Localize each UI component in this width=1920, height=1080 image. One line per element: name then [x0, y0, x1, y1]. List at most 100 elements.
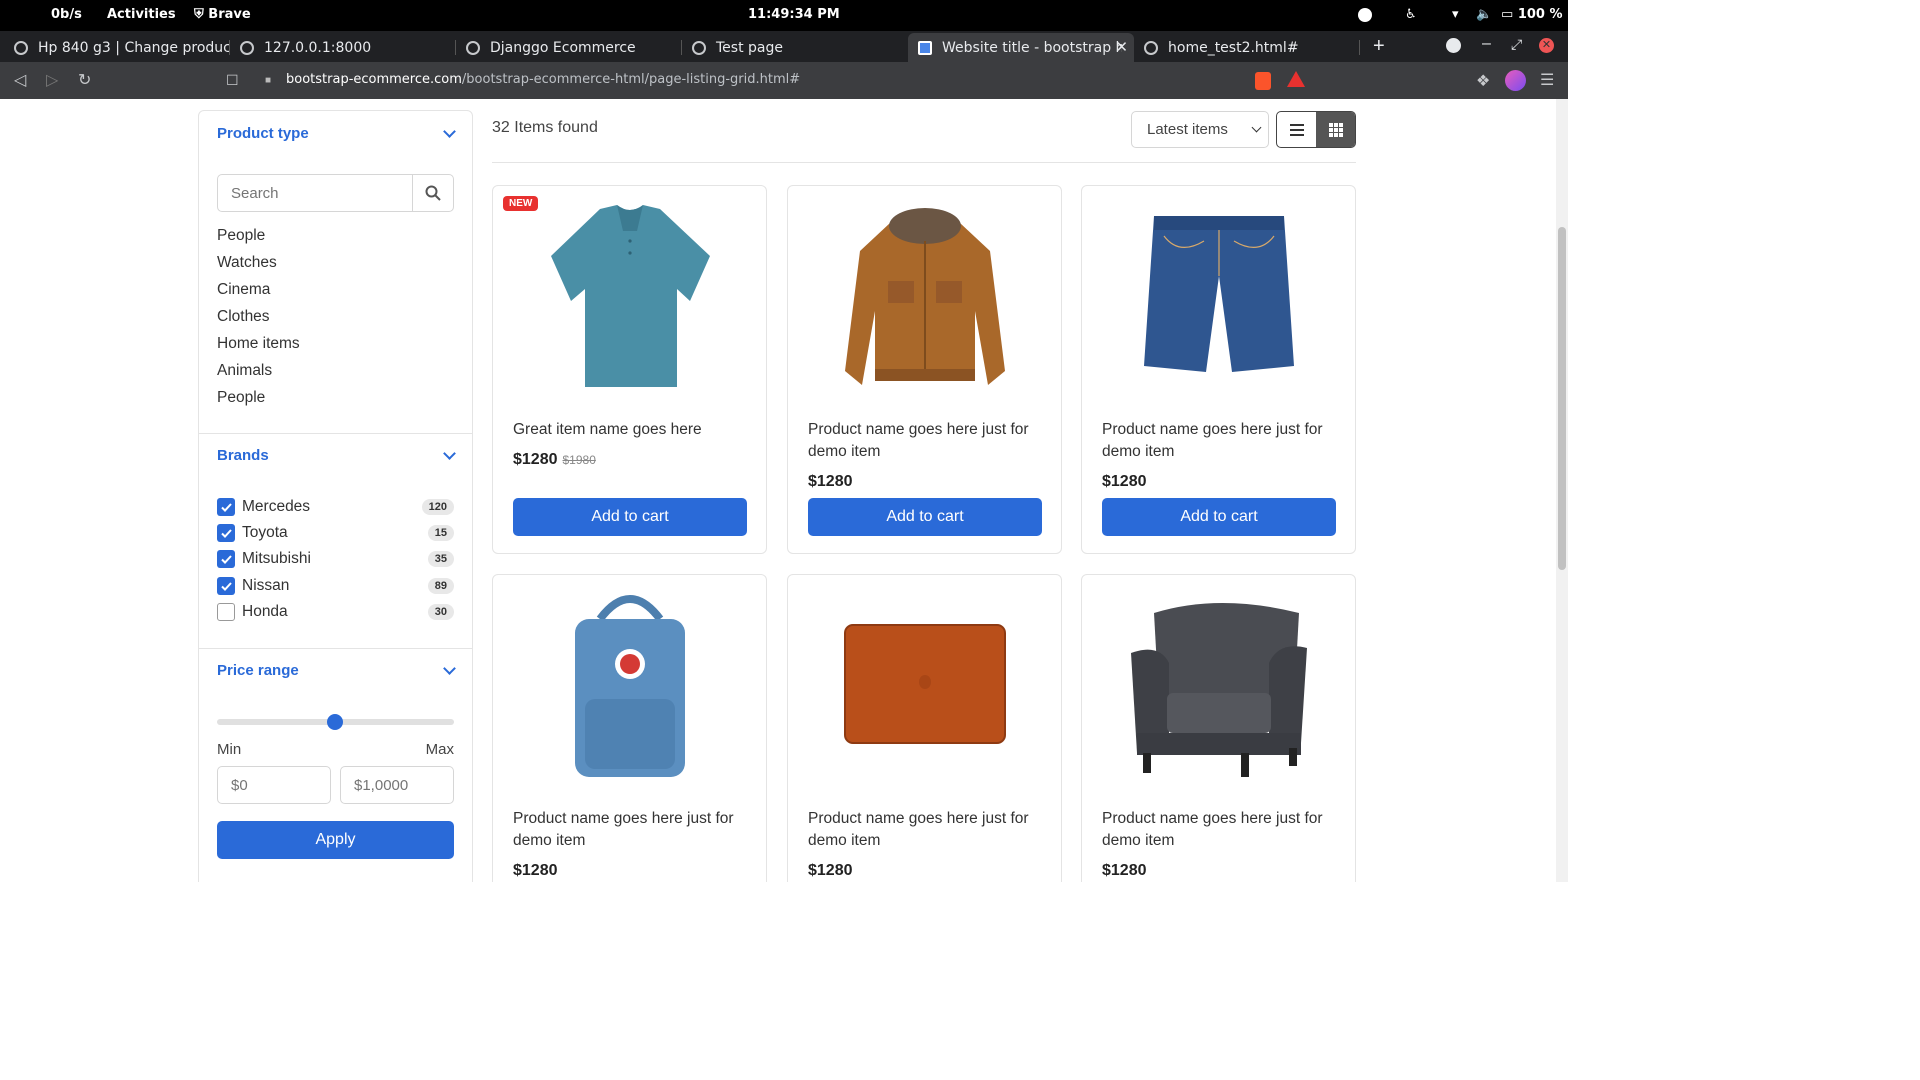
checkbox-unchecked[interactable]	[217, 603, 235, 621]
checkbox-checked[interactable]	[217, 577, 235, 595]
restore-icon[interactable]: ⤢	[1511, 36, 1522, 53]
product-image[interactable]	[533, 589, 727, 781]
product-card[interactable]: Product name goes here just for demo ite…	[787, 574, 1062, 882]
wifi-icon[interactable]: ▾	[1452, 7, 1459, 22]
add-to-cart-button[interactable]: Add to cart	[513, 498, 747, 536]
battery-indicator[interactable]: ▭ 100 %	[1501, 7, 1563, 22]
close-tab-icon[interactable]: ✕	[1115, 38, 1128, 56]
apply-button[interactable]: Apply	[217, 821, 454, 859]
list-view-button[interactable]	[1277, 112, 1316, 147]
price-range-header[interactable]: Price range	[217, 662, 299, 679]
search-button[interactable]	[413, 175, 453, 211]
tab-home-test2[interactable]: home_test2.html#	[1134, 33, 1360, 62]
checkbox-checked[interactable]	[217, 524, 235, 542]
brand-filter-honda[interactable]: Honda 30	[217, 602, 454, 622]
tab-website-title[interactable]: Website title - bootstrap h ✕	[908, 33, 1134, 62]
scrollbar-thumb[interactable]	[1558, 227, 1566, 570]
tab-label: Website title - bootstrap h	[942, 39, 1122, 56]
tab-hp840[interactable]: Hp 840 g3 | Change product	[4, 33, 230, 62]
reload-icon[interactable]: ↻	[78, 70, 91, 90]
product-type-search	[217, 174, 454, 212]
product-card[interactable]: Product name goes here just for demo ite…	[1081, 574, 1356, 882]
brand-filter-mitsubishi[interactable]: Mitsubishi 35	[217, 549, 454, 569]
product-image[interactable]	[533, 200, 727, 392]
volume-icon[interactable]: 🔈	[1476, 7, 1492, 22]
category-link[interactable]: People	[217, 388, 300, 415]
extensions-icon[interactable]: ❖	[1476, 71, 1490, 91]
brand-label: Mitsubishi	[242, 550, 311, 567]
product-card[interactable]: NEW Great item name goes here $1280 $1980…	[492, 185, 767, 554]
product-name[interactable]: Product name goes here just for demo ite…	[1102, 419, 1337, 463]
product-image[interactable]	[1122, 200, 1316, 392]
category-link[interactable]: People	[217, 226, 300, 253]
tab-strip: Hp 840 g3 | Change product 127.0.0.1:800…	[0, 31, 1568, 62]
category-link[interactable]: Cinema	[217, 280, 300, 307]
menu-icon[interactable]: ☰	[1540, 70, 1554, 90]
forward-icon[interactable]: ▷	[46, 70, 58, 90]
brand-count-badge: 89	[427, 578, 454, 594]
tab-test-page[interactable]: Test page	[682, 33, 908, 62]
product-price: $1280	[513, 862, 558, 879]
close-window-icon[interactable]: ✕	[1539, 38, 1554, 53]
view-toggle	[1276, 111, 1356, 148]
category-link[interactable]: Watches	[217, 253, 300, 280]
status-icon[interactable]	[1358, 8, 1372, 22]
brands-header[interactable]: Brands	[217, 447, 269, 464]
brave-rewards-icon[interactable]	[1287, 71, 1305, 87]
brave-app-menu[interactable]: ⛨ Brave	[194, 7, 251, 22]
checkbox-checked[interactable]	[217, 550, 235, 568]
tab-search-icon[interactable]	[1446, 38, 1461, 53]
add-to-cart-button[interactable]: Add to cart	[1102, 498, 1336, 536]
bookmark-icon[interactable]: ☐	[226, 72, 239, 89]
brave-shields-icon[interactable]	[1255, 72, 1271, 90]
tab-django[interactable]: Djanggo Ecommerce	[456, 33, 682, 62]
page-scrollbar[interactable]	[1556, 99, 1568, 882]
checkbox-checked[interactable]	[217, 498, 235, 516]
product-card[interactable]: Product name goes here just for demo ite…	[492, 574, 767, 882]
chevron-down-icon[interactable]	[443, 125, 456, 138]
new-tab-icon[interactable]: +	[1373, 35, 1385, 58]
tab-label: home_test2.html#	[1168, 39, 1299, 56]
profile-avatar[interactable]	[1505, 70, 1526, 91]
url-field[interactable]: bootstrap-ecommerce.com/bootstrap-ecomme…	[286, 72, 800, 87]
product-name[interactable]: Product name goes here just for demo ite…	[808, 808, 1043, 852]
product-price: $1280	[808, 862, 853, 879]
tab-localhost[interactable]: 127.0.0.1:8000	[230, 33, 456, 62]
sort-select[interactable]: Latest items	[1131, 111, 1269, 148]
product-card[interactable]: Product name goes here just for demo ite…	[1081, 185, 1356, 554]
globe-icon	[14, 40, 28, 55]
category-link[interactable]: Clothes	[217, 307, 300, 334]
brand-filter-toyota[interactable]: Toyota 15	[217, 523, 454, 543]
brand-filter-nissan[interactable]: Nissan 89	[217, 576, 454, 596]
product-image[interactable]	[1122, 589, 1316, 781]
accessibility-icon[interactable]: ♿	[1405, 7, 1417, 22]
product-name[interactable]: Great item name goes here	[513, 419, 748, 441]
divider	[199, 648, 472, 649]
minimize-icon[interactable]: –	[1482, 35, 1491, 53]
chevron-down-icon[interactable]	[443, 662, 456, 675]
grid-view-button[interactable]	[1316, 112, 1355, 147]
category-link[interactable]: Home items	[217, 334, 300, 361]
min-price-input[interactable]	[217, 766, 331, 804]
add-to-cart-button[interactable]: Add to cart	[808, 498, 1042, 536]
back-icon[interactable]: ◁	[14, 70, 26, 90]
grid-icon	[1328, 122, 1343, 137]
category-link[interactable]: Animals	[217, 361, 300, 388]
product-name[interactable]: Product name goes here just for demo ite…	[1102, 808, 1337, 852]
product-type-header[interactable]: Product type	[217, 125, 309, 142]
product-image[interactable]	[828, 200, 1022, 392]
max-price-input[interactable]	[340, 766, 454, 804]
category-list: People Watches Cinema Clothes Home items…	[217, 226, 300, 415]
price-slider-thumb[interactable]	[327, 714, 343, 730]
product-image[interactable]	[828, 589, 1022, 781]
globe-icon	[240, 40, 254, 55]
product-name[interactable]: Product name goes here just for demo ite…	[808, 419, 1043, 463]
laptop-sleeve-icon	[844, 624, 1006, 744]
product-card[interactable]: Product name goes here just for demo ite…	[787, 185, 1062, 554]
chevron-down-icon[interactable]	[443, 447, 456, 460]
product-name[interactable]: Product name goes here just for demo ite…	[513, 808, 748, 852]
search-input[interactable]	[218, 175, 413, 211]
clock[interactable]: 11:49:34 PM	[748, 7, 840, 22]
brand-filter-mercedes[interactable]: Mercedes 120	[217, 497, 454, 517]
activities-button[interactable]: Activities	[107, 7, 176, 22]
